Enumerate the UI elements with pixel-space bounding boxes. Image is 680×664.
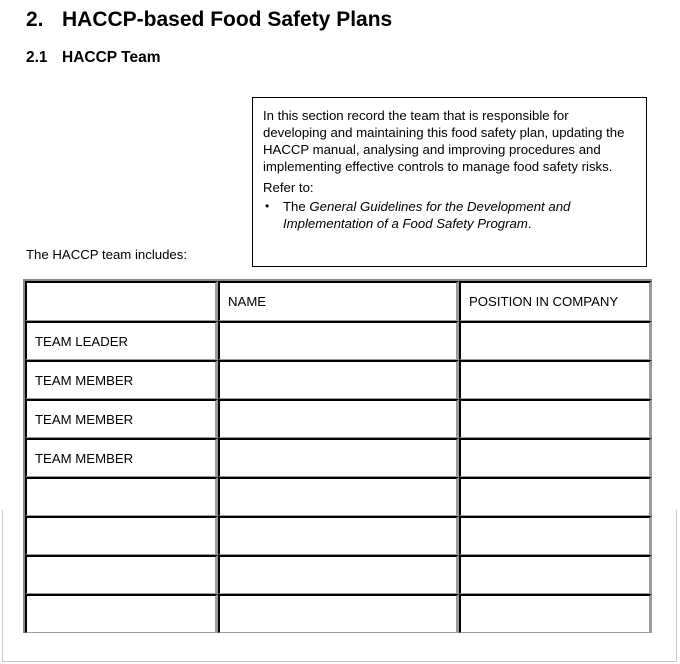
name-cell[interactable] xyxy=(218,438,459,477)
table-row xyxy=(25,516,652,555)
role-cell xyxy=(25,594,218,633)
role-cell xyxy=(25,516,218,555)
instruction-box: In this section record the team that is … xyxy=(252,97,647,267)
refer-label: Refer to: xyxy=(263,180,314,195)
role-cell xyxy=(25,477,218,516)
header-cell-name: NAME xyxy=(218,281,459,321)
intro-text: The HACCP team includes: xyxy=(26,247,188,262)
name-cell[interactable] xyxy=(218,477,459,516)
reference-item: • The General Guidelines for the Develop… xyxy=(263,198,636,232)
table-row: TEAM MEMBER xyxy=(25,360,652,399)
subsection-number: 2.1 xyxy=(26,49,48,66)
position-cell[interactable] xyxy=(459,516,652,555)
position-cell[interactable] xyxy=(459,477,652,516)
name-cell[interactable] xyxy=(218,321,459,360)
reference-suffix: . xyxy=(527,216,532,231)
role-cell: TEAM LEADER xyxy=(25,321,218,360)
bullet-icon: • xyxy=(265,199,270,213)
reference-list: • The General Guidelines for the Develop… xyxy=(263,198,636,232)
subsection-heading: 2.1 HACCP Team xyxy=(26,49,160,67)
table-row xyxy=(25,555,652,594)
position-cell[interactable] xyxy=(459,360,652,399)
table-header-row: NAME POSITION IN COMPANY xyxy=(25,281,652,321)
section-title: HACCP-based Food Safety Plans xyxy=(62,8,393,31)
position-cell[interactable] xyxy=(459,438,652,477)
role-cell: TEAM MEMBER xyxy=(25,399,218,438)
position-cell[interactable] xyxy=(459,555,652,594)
header-cell-position: POSITION IN COMPANY xyxy=(459,281,652,321)
role-cell xyxy=(25,555,218,594)
reference-prefix: The xyxy=(283,199,310,214)
table-row: TEAM MEMBER xyxy=(25,399,652,438)
position-cell[interactable] xyxy=(459,594,652,633)
table-row xyxy=(25,594,652,633)
name-cell[interactable] xyxy=(218,555,459,594)
table-row: TEAM MEMBER xyxy=(25,438,652,477)
role-cell: TEAM MEMBER xyxy=(25,360,218,399)
position-cell[interactable] xyxy=(459,399,652,438)
position-cell[interactable] xyxy=(459,321,652,360)
subsection-title: HACCP Team xyxy=(62,49,161,66)
name-cell[interactable] xyxy=(218,594,459,633)
section-number: 2. xyxy=(26,8,44,31)
header-cell-role xyxy=(25,281,218,321)
table-row: TEAM LEADER xyxy=(25,321,652,360)
role-cell: TEAM MEMBER xyxy=(25,438,218,477)
table-row xyxy=(25,477,652,516)
instruction-text: In this section record the team that is … xyxy=(263,108,625,174)
section-heading: 2. HACCP-based Food Safety Plans xyxy=(26,8,392,32)
name-cell[interactable] xyxy=(218,360,459,399)
name-cell[interactable] xyxy=(218,399,459,438)
name-cell[interactable] xyxy=(218,516,459,555)
haccp-team-table: NAME POSITION IN COMPANY TEAM LEADER TEAM… xyxy=(23,279,652,633)
